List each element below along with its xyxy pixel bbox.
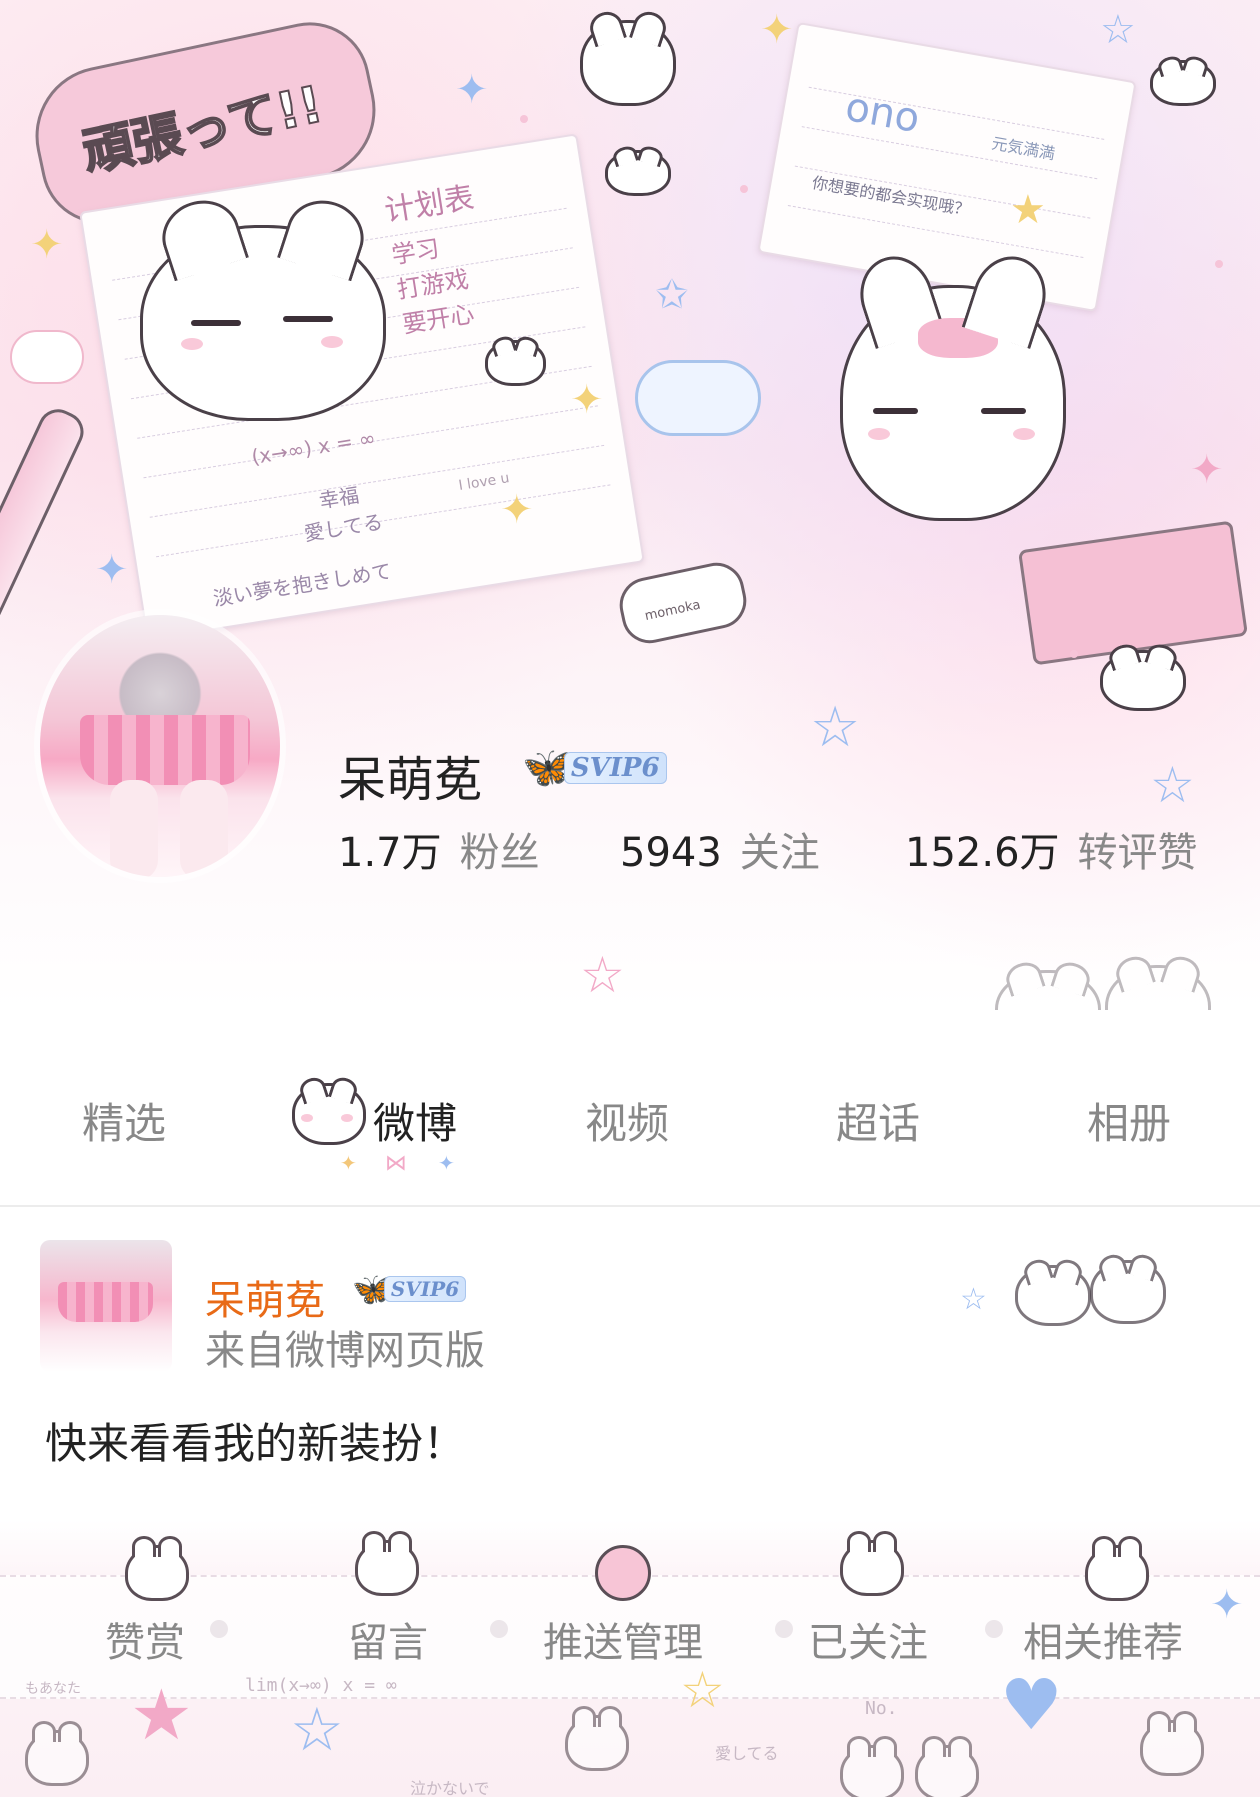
star-icon: ☆ xyxy=(810,695,861,760)
post-author-avatar[interactable] xyxy=(40,1240,172,1372)
section-divider xyxy=(0,1205,1260,1207)
stat-fans-value: 1.7万 xyxy=(338,830,442,876)
post-source: 来自微博网页版 xyxy=(205,1328,485,1374)
star-icon: ✦ xyxy=(1210,1582,1244,1628)
action-message[interactable]: 留言 xyxy=(348,1610,428,1668)
star-icon: ★ xyxy=(130,1674,193,1756)
star-icon: ✦ xyxy=(500,487,534,533)
cat-sticker-left xyxy=(140,225,386,421)
tab-supertopic[interactable]: 超话 xyxy=(836,1090,920,1151)
envelope-sticker xyxy=(1017,520,1249,666)
action-push-settings[interactable]: 推送管理 xyxy=(543,1610,703,1668)
followed-bunny-icon xyxy=(840,1531,904,1596)
svg-text:⋈: ⋈ xyxy=(385,1151,407,1174)
footer-bunny xyxy=(915,1736,979,1797)
action-reward[interactable]: 赞赏 xyxy=(105,1610,185,1668)
planner-footer: 淡い夢を抱きしめて xyxy=(211,558,393,611)
scissors-icon xyxy=(595,1545,651,1601)
svip-badge-label: SVIP6 xyxy=(563,751,667,784)
star-icon: ✦ xyxy=(30,222,64,268)
stat-following-label: 关注 xyxy=(739,830,820,876)
stat-reposts-label: 转评赞 xyxy=(1077,830,1198,876)
cloud-sticker xyxy=(10,330,84,384)
footer-bottom: 泣かないで xyxy=(410,1779,490,1797)
star-icon: ☆ xyxy=(580,946,625,1004)
footer-bunny xyxy=(1140,1711,1204,1776)
faded-bunny xyxy=(1105,965,1211,1010)
heart-icon: ♥ xyxy=(1000,1664,1063,1746)
star-icon: ✦ xyxy=(760,7,794,53)
footer-note-left: もあなた xyxy=(25,1681,81,1697)
stat-reposts[interactable]: 152.6万 转评赞 xyxy=(905,820,1198,878)
profile-avatar[interactable] xyxy=(40,615,280,877)
post-svip-badge[interactable]: 🦋 SVIP6 xyxy=(352,1270,467,1308)
pencil-bunny-icon xyxy=(125,1536,189,1601)
stat-following-value: 5943 xyxy=(620,830,722,876)
post-svip-badge-label: SVIP6 xyxy=(383,1276,467,1302)
note-tag: 元気満満 xyxy=(990,133,1057,164)
star-icon: ✦ xyxy=(570,377,604,423)
active-tab-indicator: ✦ ⋈ ✦ xyxy=(340,1151,455,1174)
tab-video[interactable]: 视频 xyxy=(585,1090,669,1151)
svip-badge[interactable]: 🦋 SVIP6 xyxy=(522,744,667,791)
stat-reposts-value: 152.6万 xyxy=(905,830,1060,876)
footer-bunny xyxy=(840,1736,904,1797)
cloud-sticker xyxy=(635,360,761,436)
stat-fans-label: 粉丝 xyxy=(459,830,540,876)
action-recommendations[interactable]: 相关推荐 xyxy=(1023,1610,1183,1668)
tab-album[interactable]: 相册 xyxy=(1087,1090,1171,1151)
footer-no: No. xyxy=(865,1698,898,1719)
stat-fans[interactable]: 1.7万 粉丝 xyxy=(338,820,540,878)
faded-bunny xyxy=(995,970,1101,1010)
planner-formula: (x→∞) x = ∞ xyxy=(249,425,378,469)
post-text: 快来看看我的新装扮！ xyxy=(45,1419,466,1468)
profile-tabs: 精选 微博 视频 超话 相册 xyxy=(0,1050,1260,1200)
card-deco-bunny xyxy=(1090,1260,1166,1324)
card-deco-bunny xyxy=(1015,1265,1091,1326)
tab-featured[interactable]: 精选 xyxy=(82,1090,166,1151)
note-bunny-icon xyxy=(355,1531,419,1596)
star-icon: ☆ xyxy=(960,1282,987,1317)
note-paper: ono 元気満満 你想要的都会实现哦？ xyxy=(757,21,1137,313)
star-icon: ✦ xyxy=(95,547,129,593)
svg-text:✦: ✦ xyxy=(340,1151,357,1174)
note-face: ono xyxy=(841,83,924,143)
mini-bunny xyxy=(1100,650,1186,711)
mini-bunny xyxy=(605,150,671,196)
mini-bunny xyxy=(1150,60,1216,106)
stat-following[interactable]: 5943 关注 xyxy=(620,820,820,878)
planner-note: 愛してる xyxy=(302,509,385,546)
planner-title: 计划表 xyxy=(382,180,477,230)
active-tab-bunny-icon xyxy=(292,1083,366,1145)
footer-love: 愛してる xyxy=(715,1744,779,1763)
pen-sticker xyxy=(0,402,91,664)
eraser-label: momoka xyxy=(643,597,702,625)
action-followed[interactable]: 已关注 xyxy=(808,1610,928,1668)
profile-name[interactable]: 呆萌莬 xyxy=(338,740,482,810)
sticker-text: 頑張って!! xyxy=(77,74,329,183)
star-icon: ✦ xyxy=(455,67,489,113)
star-icon: ✩ xyxy=(655,272,689,318)
bottom-action-bar: 赞赏 留言 推送管理 已关注 相关推荐 lim(x→∞) x = ∞ もあなた … xyxy=(0,1520,1260,1797)
footer-bunny xyxy=(565,1706,629,1771)
star-icon: ☆ xyxy=(680,1661,725,1719)
tab-weibo[interactable]: 微博 xyxy=(373,1090,457,1151)
eraser-sticker: momoka xyxy=(614,557,752,649)
star-icon: ☆ xyxy=(290,1695,344,1765)
svg-text:✦: ✦ xyxy=(438,1151,455,1174)
footer-bunny xyxy=(25,1721,89,1786)
recommend-bunny-icon xyxy=(1085,1536,1149,1601)
star-icon: ✦ xyxy=(1190,447,1224,493)
star-icon: ☆ xyxy=(1100,7,1136,53)
star-icon: ★ xyxy=(1010,187,1046,233)
star-icon: ☆ xyxy=(1150,756,1195,814)
footer-formula: lim(x→∞) x = ∞ xyxy=(245,1675,397,1696)
mini-bunny xyxy=(580,20,676,106)
mini-bunny xyxy=(485,340,546,386)
bunny-sticker-right xyxy=(840,285,1066,521)
